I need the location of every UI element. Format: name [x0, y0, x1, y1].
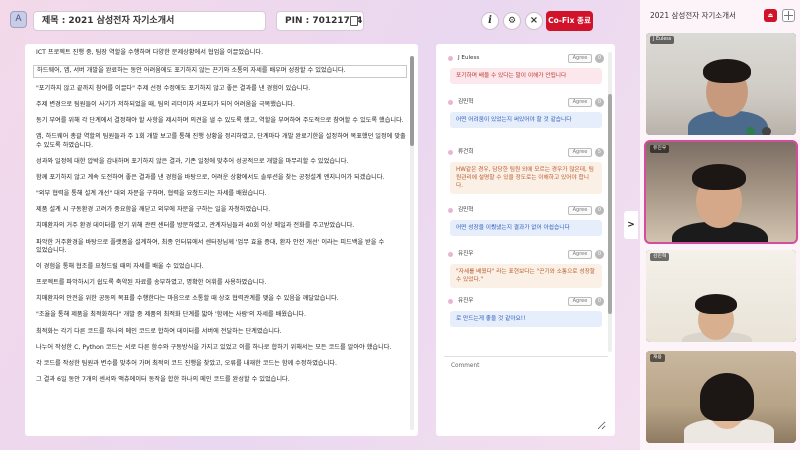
document-paragraph[interactable]: 치매환자의 안전을 위한 공동의 목표를 수행한다는 마음으로 소통할 때 상호… — [33, 295, 407, 304]
agree-count-badge: 0 — [595, 98, 604, 107]
document-paragraph[interactable]: 주제 변경으로 팀원들이 사기가 저하되었을 때, 팀의 리더이자 서포터가 되… — [33, 101, 407, 110]
comment-header: 김민혁 Agree 0 — [444, 98, 606, 108]
collapse-panel-button[interactable]: > — [624, 211, 638, 239]
agree-button[interactable]: Agree — [568, 98, 592, 107]
document-scrollbar[interactable] — [410, 56, 414, 430]
comment-text: 포기하며 배울 수 있다는 말이 이해가 안됩니다 — [450, 68, 602, 84]
camera-icon — [762, 127, 772, 135]
participant-name: 재용 — [650, 354, 665, 362]
agree-count-badge: 0 — [595, 206, 604, 215]
exit-icon[interactable]: ⏏ — [764, 9, 777, 22]
comment-item[interactable]: 유진우 Agree 0 로 만드는게 좋을 것 같아요!! — [444, 297, 606, 327]
comment-author: 유진우 — [458, 251, 474, 257]
comment-author: 김민혁 — [458, 99, 474, 105]
document-paragraph[interactable]: 앱, 하드웨어 총괄 역할의 팀원들과 주 1회 개발 보고를 통해 진행 상황… — [33, 133, 407, 150]
comment-item[interactable]: 류건희 Agree 5 HW같은 경우, 담당한 팀원 외에 모르는 경우가 많은데,… — [444, 148, 606, 194]
document-paragraph[interactable]: 동기 부여를 위해 각 단계에서 결정해야 할 사항을 제시하며 의견을 낼 수… — [33, 117, 407, 126]
comment-header: J Euless Agree 0 — [444, 54, 606, 64]
comment-header: 김민혁 Agree 0 — [444, 206, 606, 216]
document-paragraph[interactable]: 최적화는 각기 다른 코드를 하나의 메인 코드로 합하여 데이터를 서버에 전… — [33, 328, 407, 337]
video-title: 2021 삼성전자 자기소개서 — [650, 11, 736, 20]
document-paragraph[interactable]: "포기하지 않고 끝까지 참여를 이끌다" 주제 선정 수정에도 포기하지 않고… — [33, 85, 407, 94]
audio-status — [746, 121, 773, 135]
document-paragraph[interactable]: ICT 프로젝트 진행 중, 팀장 역할을 수행하며 다양한 문제상황에서 협업… — [33, 49, 407, 58]
avatar — [448, 208, 453, 213]
document-body[interactable]: ICT 프로젝트 진행 중, 팀장 역할을 수행하며 다양한 문제상황에서 협업… — [33, 49, 407, 392]
cofix-end-button[interactable]: Co-Fix 종료 — [546, 11, 593, 31]
video-tile[interactable]: J Euless — [646, 33, 796, 135]
comment-list: J Euless Agree 0 포기하며 배울 수 있다는 말이 이해가 안됩니다 김… — [436, 44, 607, 356]
comment-text: 어떤 성장을 이뤘냈는지 결과가 없어 아쉽습니다 — [450, 220, 602, 236]
agree-count-badge: 5 — [595, 148, 604, 157]
comment-text: 로 만드는게 좋을 것 같아요!! — [450, 311, 602, 327]
document-paragraph[interactable]: 프로젝트를 파악하시기 쉽도록 축약된 자료를 송부하였고, 명확한 어휘를 사… — [33, 279, 407, 288]
app-logo-icon[interactable]: A — [10, 11, 27, 28]
participant-name: 김민혁 — [650, 253, 670, 261]
document-paragraph[interactable]: 제품 설계 시 구동환경 고려가 중요함을 깨닫고 외부에 자문을 구하는 일을… — [33, 206, 407, 215]
document-paragraph[interactable]: 하드웨어, 앱, 서버 개발을 완료하는 동안 어려움에도 포기하지 않는 끈기… — [33, 65, 407, 78]
document-paragraph[interactable]: 치매환자의 거주 환경 데이터를 얻기 위해 관련 센터를 방문하였고, 관계자… — [33, 222, 407, 231]
agree-count-badge: 0 — [595, 54, 604, 63]
settings-icon[interactable]: ⚙ — [503, 12, 521, 30]
comment-item[interactable]: 김민혁 Agree 0 어떤 어려움이 있었는지 써있어야 할 것 같습니다 — [444, 98, 606, 128]
document-paragraph[interactable]: 각 코드를 작성한 팀원과 변수를 맞추어 가며 최적의 코드 진행을 찾았고,… — [33, 360, 407, 369]
comment-text: HW같은 경우, 담당한 팀원 외에 모르는 경우가 많은데, 팀원관리에 설명… — [450, 162, 602, 194]
video-header: 2021 삼성전자 자기소개서 ⏏ — [640, 0, 800, 30]
video-sidebar: 2021 삼성전자 자기소개서 ⏏ J Euless 유진우 김민혁 재용 — [640, 0, 800, 450]
document-paragraph[interactable]: 그 결과 6일 동안 7개의 센서와 액츄에이터 동작을 합한 하나의 메인 코… — [33, 376, 407, 385]
document-paragraph[interactable]: 성과와 일정에 대한 압박을 감내하며 포기하지 않은 결과, 기존 일정에 맞… — [33, 158, 407, 167]
agree-count-badge: 0 — [595, 297, 604, 306]
comment-text: 어떤 어려움이 있었는지 써있어야 할 것 같습니다 — [450, 112, 602, 128]
top-bar: A 제목 : 2021 삼성전자 자기소개서 PIN : 70121764 i … — [0, 0, 636, 40]
document-paragraph[interactable]: "외부 협력을 통해 설계 개선" 대외 자문을 구하며, 협력을 요청드리는 … — [33, 190, 407, 199]
document-panel: ICT 프로젝트 진행 중, 팀장 역할을 수행하며 다양한 문제상황에서 협업… — [25, 44, 418, 436]
comment-text: "자세를 배웠다" 라는 표현보다는 "끈기와 소통으로 성장할 수 있었다." — [450, 264, 602, 288]
comment-panel: J Euless Agree 0 포기하며 배울 수 있다는 말이 이해가 안됩니다 김… — [436, 44, 615, 436]
comment-author: 김민혁 — [458, 207, 474, 213]
close-icon[interactable]: × — [525, 12, 543, 30]
participant-name: J Euless — [650, 36, 675, 44]
comment-label: Comment — [451, 363, 480, 369]
agree-button[interactable]: Agree — [568, 206, 592, 215]
comment-input[interactable] — [444, 374, 606, 430]
avatar — [448, 150, 453, 155]
video-tile-active[interactable]: 유진우 — [644, 140, 798, 244]
info-icon[interactable]: i — [481, 12, 499, 30]
comment-author: 류건희 — [458, 149, 474, 155]
comment-header: 유진우 Agree 0 — [444, 297, 606, 307]
agree-button[interactable]: Agree — [568, 297, 592, 306]
document-paragraph[interactable]: 이 경험을 통해 협조를 요청드릴 때의 자세를 배울 수 있었습니다. — [33, 263, 407, 272]
comment-scrollbar-thumb[interactable] — [608, 94, 612, 314]
avatar — [448, 299, 453, 304]
divider — [444, 356, 608, 357]
document-paragraph[interactable]: 함께 포기하지 않고 계속 도전하여 좋은 결과를 낸 경험을 바탕으로, 어려… — [33, 174, 407, 183]
participant-name: 유진우 — [650, 145, 670, 153]
copy-icon[interactable] — [350, 16, 358, 26]
comment-header: 유진우 Agree 0 — [444, 250, 606, 260]
comment-item[interactable]: 유진우 Agree 0 "자세를 배웠다" 라는 표현보다는 "끈기와 소통으로 성장… — [444, 250, 606, 288]
comment-item[interactable]: J Euless Agree 0 포기하며 배울 수 있다는 말이 이해가 안됩니다 — [444, 54, 606, 84]
video-tile[interactable]: 재용 — [646, 351, 796, 443]
pin-display: PIN : 70121764 — [276, 11, 364, 31]
document-title: 제목 : 2021 삼성전자 자기소개서 — [33, 11, 266, 31]
comment-author: 유진우 — [458, 298, 474, 304]
avatar — [448, 56, 453, 61]
video-tile[interactable]: 김민혁 — [646, 250, 796, 342]
comment-author: J Euless — [458, 55, 480, 61]
agree-button[interactable]: Agree — [568, 250, 592, 259]
comment-item[interactable]: 김민혁 Agree 0 어떤 성장을 이뤘냈는지 결과가 없어 아쉽습니다 — [444, 206, 606, 236]
agree-count-badge: 0 — [595, 250, 604, 259]
document-paragraph[interactable]: "조율을 통해 제품을 최적화하다" 개발 중 제품의 최적화 단계를 밟아 '… — [33, 311, 407, 320]
grid-layout-icon[interactable] — [782, 9, 795, 22]
comment-scrollbar[interactable] — [608, 52, 612, 352]
mic-icon — [746, 127, 755, 135]
avatar — [448, 252, 453, 257]
document-paragraph[interactable]: 파악한 거주환경을 바탕으로 플랫폼을 설계하여, 최종 인터뷰에서 센터장님께… — [33, 239, 407, 256]
document-paragraph[interactable]: 나누어 작성한 C, Python 코드는 서로 다른 함수와 구동방식을 가지… — [33, 344, 407, 353]
agree-button[interactable]: Agree — [568, 148, 592, 157]
comment-header: 류건희 Agree 5 — [444, 148, 606, 158]
avatar — [448, 100, 453, 105]
agree-button[interactable]: Agree — [568, 54, 592, 63]
document-scrollbar-thumb[interactable] — [410, 56, 414, 146]
